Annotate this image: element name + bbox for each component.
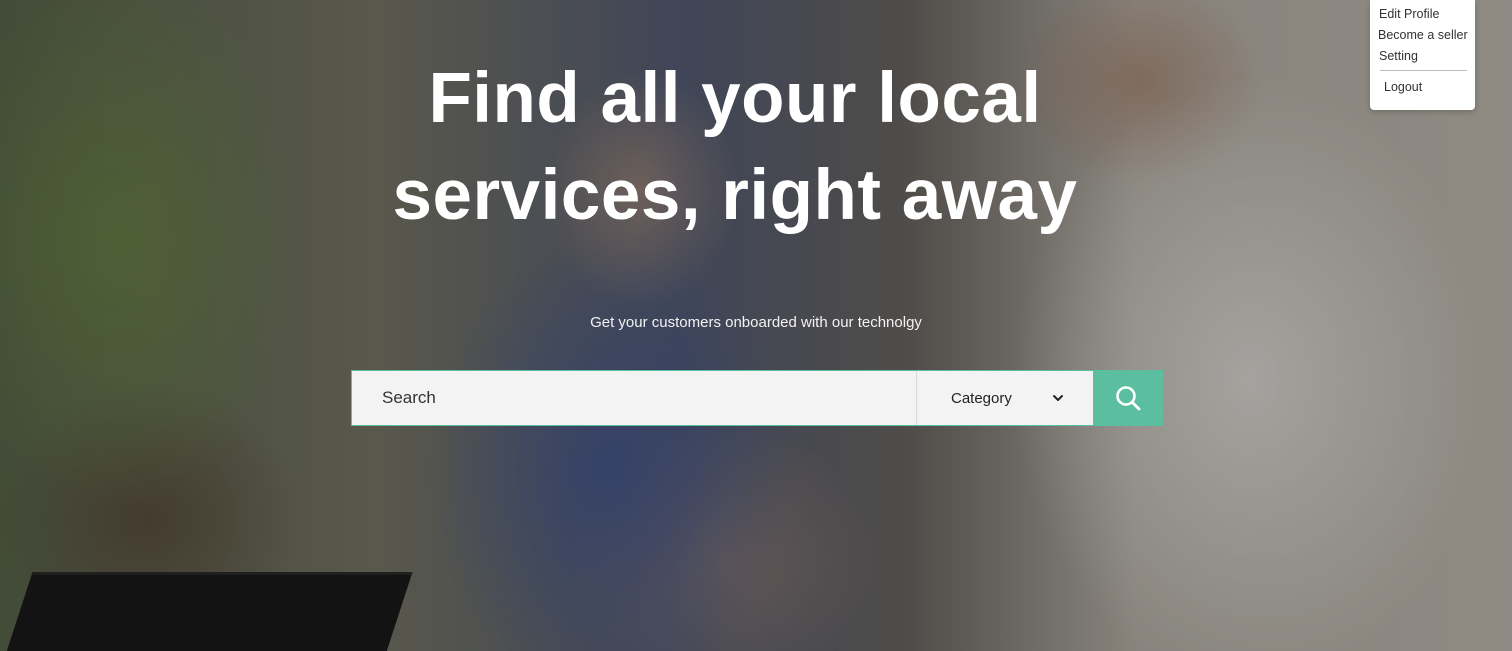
menu-item-edit-profile[interactable]: Edit Profile bbox=[1370, 4, 1475, 25]
menu-divider bbox=[1380, 70, 1467, 71]
user-dropdown-menu: Edit Profile Become a seller Setting Log… bbox=[1370, 0, 1475, 110]
search-input[interactable] bbox=[352, 371, 916, 425]
chevron-down-icon bbox=[1053, 395, 1063, 401]
category-label: Category bbox=[951, 389, 1012, 407]
menu-item-logout[interactable]: Logout bbox=[1370, 77, 1475, 98]
search-bar: Category bbox=[351, 370, 1163, 426]
search-button[interactable] bbox=[1093, 371, 1162, 425]
hero-subtitle: Get your customers onboarded with our te… bbox=[590, 314, 922, 331]
category-dropdown[interactable]: Category bbox=[916, 371, 1093, 425]
menu-item-become-seller[interactable]: Become a seller bbox=[1370, 25, 1475, 46]
hero-title: Find all your local services, right away bbox=[0, 50, 1470, 244]
menu-item-setting[interactable]: Setting bbox=[1370, 46, 1475, 67]
hero-title-line2: services, right away bbox=[392, 156, 1078, 235]
hero-title-line1: Find all your local bbox=[428, 59, 1042, 138]
search-icon bbox=[1115, 386, 1140, 411]
